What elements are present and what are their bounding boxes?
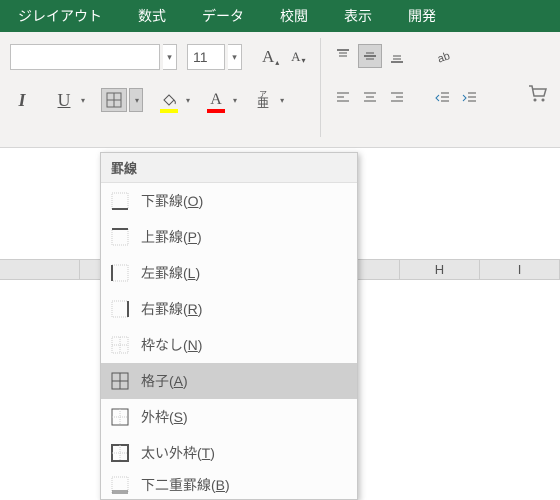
font-color-button[interactable]: A (204, 88, 228, 112)
increase-indent-icon (462, 90, 478, 106)
top-border-icon (111, 228, 129, 246)
alignment-group: ab (321, 32, 492, 147)
align-bottom-icon (389, 48, 405, 64)
align-top-button[interactable] (331, 44, 355, 68)
font-size-combo[interactable]: 11 (187, 44, 225, 70)
tab-view[interactable]: 表示 (326, 0, 390, 32)
menu-all-borders[interactable]: 格子(A) (101, 363, 357, 399)
borders-button[interactable] (101, 88, 127, 112)
no-border-icon (111, 336, 129, 354)
increase-indent-button[interactable] (458, 86, 482, 110)
align-bottom-button[interactable] (385, 44, 409, 68)
tab-review[interactable]: 校閲 (262, 0, 326, 32)
right-border-icon (111, 300, 129, 318)
col-i[interactable]: I (480, 260, 560, 279)
outside-border-icon (111, 408, 129, 426)
orientation-icon: ab (435, 48, 451, 64)
font-name-dropdown[interactable]: ▾ (163, 44, 177, 70)
border-grid-icon (106, 92, 122, 108)
menu-no-border[interactable]: 枠なし(N) (101, 327, 357, 363)
menu-label: 下二重罫線(B) (141, 475, 230, 495)
font-size-dropdown[interactable]: ▾ (228, 44, 242, 70)
underline-button[interactable]: U (52, 88, 76, 112)
decrease-indent-icon (435, 90, 451, 106)
phonetic-button[interactable]: ア亜 (251, 88, 275, 112)
menu-label: 上罫線(P) (141, 227, 202, 247)
fill-color-button[interactable] (157, 88, 181, 112)
tab-developer[interactable]: 開発 (390, 0, 454, 32)
align-right-button[interactable] (385, 86, 409, 110)
align-top-icon (335, 48, 351, 64)
menu-label: 枠なし(N) (141, 335, 202, 355)
borders-menu: 罫線 下罫線(O) 上罫線(P) 左罫線(L) 右罫線(R) 枠なし(N) 格子… (100, 152, 358, 500)
fill-color-dropdown[interactable]: ▾ (186, 96, 190, 105)
all-borders-icon (111, 372, 129, 390)
ribbon: ▾ 11 ▾ A▴ A▾ I U ▾ ▾ ▾ (0, 32, 560, 148)
underline-dropdown[interactable]: ▾ (81, 96, 85, 105)
menu-bottom-double[interactable]: 下二重罫線(B) (101, 471, 357, 499)
menu-label: 左罫線(L) (141, 263, 200, 283)
store-icon[interactable] (526, 82, 548, 109)
bucket-icon (161, 92, 177, 108)
menu-left-border[interactable]: 左罫線(L) (101, 255, 357, 291)
phonetic-dropdown[interactable]: ▾ (280, 96, 284, 105)
menu-bottom-border[interactable]: 下罫線(O) (101, 183, 357, 219)
svg-text:ab: ab (436, 50, 451, 64)
thick-outside-icon (111, 444, 129, 462)
tab-formula[interactable]: 数式 (120, 0, 184, 32)
italic-button[interactable]: I (10, 88, 34, 112)
decrease-font-button[interactable]: A▾ (286, 45, 310, 69)
align-middle-button[interactable] (358, 44, 382, 68)
col-h[interactable]: H (400, 260, 480, 279)
bottom-border-icon (111, 192, 129, 210)
menu-outside-borders[interactable]: 外枠(S) (101, 399, 357, 435)
font-name-combo[interactable] (10, 44, 160, 70)
increase-font-button[interactable]: A▴ (258, 45, 283, 69)
menu-thick-outside[interactable]: 太い外枠(T) (101, 435, 357, 471)
menu-label: 下罫線(O) (141, 191, 203, 211)
menu-label: 右罫線(R) (141, 299, 202, 319)
menu-top-border[interactable]: 上罫線(P) (101, 219, 357, 255)
align-left-icon (335, 90, 351, 106)
align-center-icon (362, 90, 378, 106)
font-color-dropdown[interactable]: ▾ (233, 96, 237, 105)
orientation-button[interactable]: ab (431, 44, 455, 68)
borders-dropdown[interactable]: ▾ (129, 88, 143, 112)
tab-layout[interactable]: ジレイアウト (0, 0, 120, 32)
ribbon-tabs: ジレイアウト 数式 データ 校閲 表示 開発 (0, 0, 560, 32)
menu-right-border[interactable]: 右罫線(R) (101, 291, 357, 327)
menu-label: 太い外枠(T) (141, 443, 215, 463)
bottom-double-icon (111, 476, 129, 494)
tab-data[interactable]: データ (184, 0, 262, 32)
menu-label: 外枠(S) (141, 407, 188, 427)
align-right-icon (389, 90, 405, 106)
align-middle-icon (362, 48, 378, 64)
font-group: ▾ 11 ▾ A▴ A▾ I U ▾ ▾ ▾ (0, 32, 320, 147)
align-center-button[interactable] (358, 86, 382, 110)
menu-title: 罫線 (101, 153, 357, 183)
left-border-icon (111, 264, 129, 282)
menu-label: 格子(A) (141, 371, 188, 391)
decrease-indent-button[interactable] (431, 86, 455, 110)
align-left-button[interactable] (331, 86, 355, 110)
